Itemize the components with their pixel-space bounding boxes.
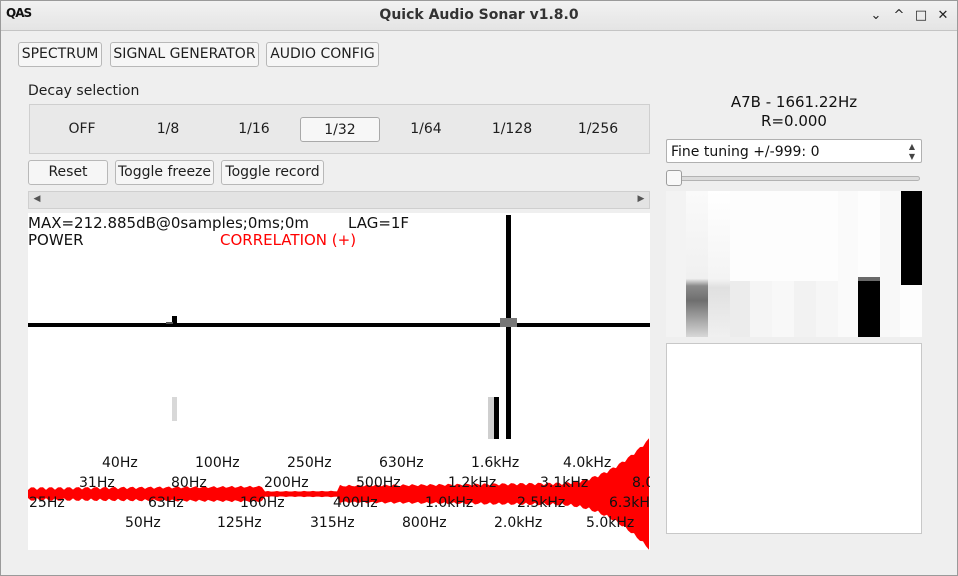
decay-option-1-64[interactable]: 1/64 (386, 117, 466, 142)
spin-down-icon[interactable]: ▼ (905, 152, 919, 162)
freq-label: 315Hz (310, 515, 355, 531)
correlation-label: CORRELATION (+) (220, 231, 357, 249)
maximize-button[interactable]: □ (912, 7, 930, 25)
freq-label: 125Hz (217, 515, 262, 531)
secondary-display (666, 343, 922, 534)
freq-label: 8.0 (632, 475, 650, 491)
decay-option-1-256[interactable]: 1/256 (558, 117, 638, 142)
window-title: Quick Audio Sonar v1.8.0 (379, 7, 579, 23)
app-window: QAS Quick Audio Sonar v1.8.0 ⌄ ^ □ ✕ SPE… (0, 0, 958, 576)
waterfall-graphics (666, 191, 922, 337)
plot-horizontal-scrollbar[interactable]: ◀ ▶ (28, 191, 650, 209)
freq-label: 400Hz (333, 495, 378, 511)
freq-label: 40Hz (102, 455, 138, 471)
decay-option-1-16[interactable]: 1/16 (214, 117, 294, 142)
freq-label: 2.0kHz (494, 515, 543, 531)
decay-selection-group: OFF 1/8 1/16 1/32 1/64 1/128 1/256 (29, 104, 650, 154)
lag-readout: LAG=1F (348, 214, 410, 232)
freq-label: 1.0kHz (425, 495, 474, 511)
freq-label: 2.5kHz (517, 495, 566, 511)
freq-label: 160Hz (240, 495, 285, 511)
freq-label: 31Hz (79, 475, 115, 491)
slider-groove (668, 176, 920, 181)
max-readout: MAX=212.885dB@0samples;0ms;0m (28, 214, 310, 232)
freq-label: 63Hz (148, 495, 184, 511)
power-label: POWER (28, 231, 84, 249)
freq-label: 100Hz (195, 455, 240, 471)
freq-label: 6.3kHz (609, 495, 650, 511)
decay-option-off[interactable]: OFF (42, 117, 122, 142)
freq-label: 5.0kHz (586, 515, 635, 531)
title-bar[interactable]: QAS Quick Audio Sonar v1.8.0 ⌄ ^ □ ✕ (1, 1, 957, 31)
spin-up-icon[interactable]: ▲ (905, 142, 919, 152)
freq-label: 800Hz (402, 515, 447, 531)
freq-label: 500Hz (356, 475, 401, 491)
note-r-value: R=0.000 (761, 112, 827, 130)
slider-handle[interactable] (666, 170, 682, 186)
freq-label: 3.1kHz (540, 475, 589, 491)
freq-label: 1.2kHz (448, 475, 497, 491)
fine-tuning-slider[interactable] (666, 169, 922, 187)
note-frequency: A7B - 1661.22Hz (730, 93, 858, 111)
note-readout: A7B - 1661.22Hz R=0.000 (666, 93, 922, 131)
fine-tuning-input[interactable] (671, 143, 901, 160)
freq-label: 200Hz (264, 475, 309, 491)
toggle-freeze-button[interactable]: Toggle freeze (115, 160, 214, 185)
close-button[interactable]: ✕ (934, 7, 952, 25)
spectrum-plot[interactable]: MAX=212.885dB@0samples;0ms;0m LAG=1F POW… (28, 213, 650, 550)
minimize-button[interactable]: ⌄ (867, 7, 885, 25)
freq-label: 80Hz (171, 475, 207, 491)
fine-tuning-spinbox[interactable]: ▲ ▼ (666, 139, 922, 163)
power-baseline (28, 323, 650, 327)
tab-audio-config[interactable]: AUDIO CONFIG (266, 42, 379, 67)
waterfall-display (666, 191, 922, 337)
toggle-record-button[interactable]: Toggle record (221, 160, 324, 185)
scroll-right-icon[interactable]: ▶ (635, 194, 647, 204)
scroll-left-icon[interactable]: ◀ (31, 194, 43, 204)
freq-label: 4.0kHz (563, 455, 612, 471)
tab-signal-generator[interactable]: SIGNAL GENERATOR (110, 42, 259, 67)
tab-spectrum[interactable]: SPECTRUM (18, 42, 102, 67)
decay-option-1-8[interactable]: 1/8 (128, 117, 208, 142)
decay-option-1-128[interactable]: 1/128 (472, 117, 552, 142)
freq-label: 1.6kHz (471, 455, 520, 471)
freq-label: 50Hz (125, 515, 161, 531)
restore-button[interactable]: ^ (890, 7, 908, 25)
reset-button[interactable]: Reset (28, 160, 108, 185)
freq-label: 25Hz (29, 495, 65, 511)
decay-selection-label: Decay selection (28, 83, 140, 99)
freq-label: 250Hz (287, 455, 332, 471)
freq-label: 630Hz (379, 455, 424, 471)
decay-option-1-32[interactable]: 1/32 (300, 117, 380, 142)
